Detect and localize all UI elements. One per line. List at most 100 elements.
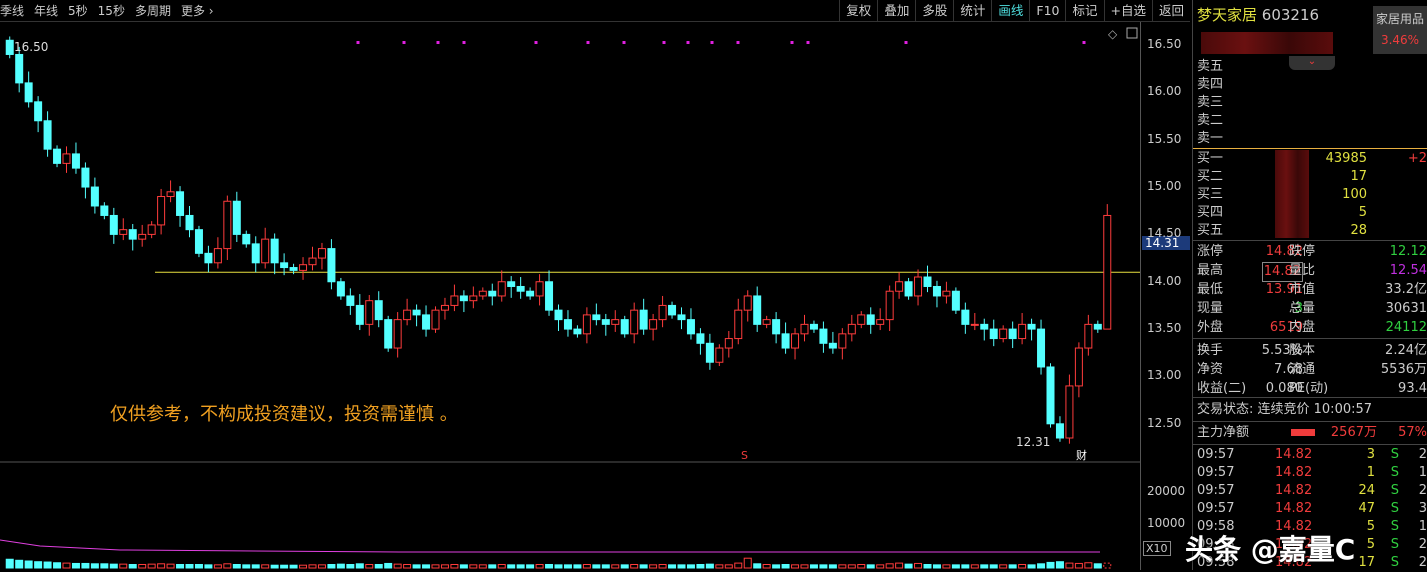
finance-marker[interactable]: 财 <box>1076 448 1087 462</box>
candle[interactable] <box>545 281 554 311</box>
candle[interactable] <box>649 319 658 330</box>
candle[interactable] <box>989 328 998 340</box>
kline-chart[interactable]: ◇ 16.50 12.31 S 财 <box>0 22 1140 570</box>
candle[interactable] <box>147 224 156 235</box>
sector-badge[interactable]: 家居用品 3.46% <box>1373 6 1427 54</box>
candle[interactable] <box>999 328 1008 340</box>
candle[interactable] <box>412 309 421 316</box>
candle[interactable] <box>213 248 222 264</box>
candle[interactable] <box>346 295 355 306</box>
candle[interactable] <box>809 323 818 330</box>
candle[interactable] <box>459 295 468 302</box>
toolbar-button[interactable]: 画线 <box>991 0 1029 22</box>
candle[interactable] <box>431 309 440 330</box>
candle[interactable] <box>914 276 923 297</box>
candle[interactable] <box>876 319 885 325</box>
candle[interactable] <box>838 333 847 349</box>
candle[interactable] <box>422 314 431 330</box>
candle[interactable] <box>1046 366 1055 425</box>
candle[interactable] <box>251 243 260 264</box>
toolbar-button[interactable]: 复权 <box>839 0 877 22</box>
candle[interactable] <box>393 319 402 349</box>
candle[interactable] <box>554 309 563 321</box>
candle[interactable] <box>327 248 336 283</box>
candle[interactable] <box>1027 323 1036 330</box>
candle[interactable] <box>90 186 99 207</box>
candle[interactable] <box>611 319 620 325</box>
candle[interactable] <box>961 309 970 325</box>
candle[interactable] <box>5 39 14 55</box>
candle[interactable] <box>355 304 364 325</box>
panel-toggle-icon[interactable] <box>1126 27 1138 39</box>
candle[interactable] <box>885 290 894 321</box>
candle[interactable] <box>185 214 194 231</box>
toolbar-button[interactable]: 返回 <box>1151 0 1190 22</box>
candle[interactable] <box>100 205 109 216</box>
candle[interactable] <box>488 290 497 297</box>
candle[interactable] <box>1084 323 1093 349</box>
candle[interactable] <box>128 229 137 240</box>
candle[interactable] <box>223 200 232 250</box>
candle[interactable] <box>743 295 752 311</box>
candle[interactable] <box>308 257 317 266</box>
candle[interactable] <box>866 314 875 325</box>
candle[interactable] <box>819 328 828 344</box>
candle[interactable] <box>138 233 147 240</box>
candle[interactable] <box>403 309 412 321</box>
candle[interactable] <box>384 319 393 349</box>
candle[interactable] <box>734 309 743 340</box>
candle[interactable] <box>157 196 166 226</box>
candle[interactable] <box>620 319 629 335</box>
candle[interactable] <box>1103 214 1112 330</box>
candle[interactable] <box>847 323 856 335</box>
candle[interactable] <box>1074 347 1083 387</box>
candle[interactable] <box>781 333 790 349</box>
candle[interactable] <box>450 295 459 306</box>
main-flow-row[interactable]: 主力净额 2567万 57% <box>1197 424 1427 442</box>
candle[interactable] <box>242 233 251 245</box>
candle[interactable] <box>658 304 667 321</box>
toolbar-button[interactable]: F10 <box>1029 0 1065 22</box>
candle[interactable] <box>317 248 326 259</box>
toolbar-button[interactable]: 多股 <box>915 0 953 22</box>
candle[interactable] <box>81 167 90 188</box>
candle[interactable] <box>980 323 989 330</box>
candle[interactable] <box>270 238 279 264</box>
candle[interactable] <box>753 295 762 325</box>
candle[interactable] <box>828 342 837 349</box>
candle[interactable] <box>857 314 866 325</box>
candle[interactable] <box>24 82 33 103</box>
candle[interactable] <box>535 281 544 297</box>
candle[interactable] <box>1093 323 1102 330</box>
toolbar-button[interactable]: 统计 <box>953 0 991 22</box>
toolbar-button[interactable]: 叠加 <box>877 0 915 22</box>
candle[interactable] <box>440 304 449 311</box>
candle[interactable] <box>715 347 724 363</box>
candle[interactable] <box>1037 328 1046 368</box>
candle[interactable] <box>374 300 383 321</box>
candle[interactable] <box>365 300 374 325</box>
candle[interactable] <box>582 314 591 335</box>
candle[interactable] <box>932 285 941 297</box>
candle[interactable] <box>772 319 781 335</box>
candle[interactable] <box>630 309 639 335</box>
volume-unit-button[interactable]: X10 <box>1143 541 1171 556</box>
candle[interactable] <box>194 229 203 254</box>
candle[interactable] <box>526 290 535 297</box>
candle[interactable] <box>686 319 695 335</box>
candle[interactable] <box>1065 385 1074 439</box>
candle[interactable] <box>668 304 677 316</box>
candle[interactable] <box>639 309 648 330</box>
candle[interactable] <box>573 328 582 335</box>
candle[interactable] <box>516 285 525 292</box>
candle[interactable] <box>923 276 932 287</box>
candle[interactable] <box>299 264 308 271</box>
candle[interactable] <box>62 153 71 164</box>
candle[interactable] <box>507 281 516 287</box>
candle[interactable] <box>791 333 800 349</box>
diamond-icon[interactable]: ◇ <box>1108 27 1118 41</box>
candle[interactable] <box>15 53 24 84</box>
candle[interactable] <box>677 314 686 321</box>
candle[interactable] <box>232 200 241 235</box>
candle[interactable] <box>497 281 506 297</box>
